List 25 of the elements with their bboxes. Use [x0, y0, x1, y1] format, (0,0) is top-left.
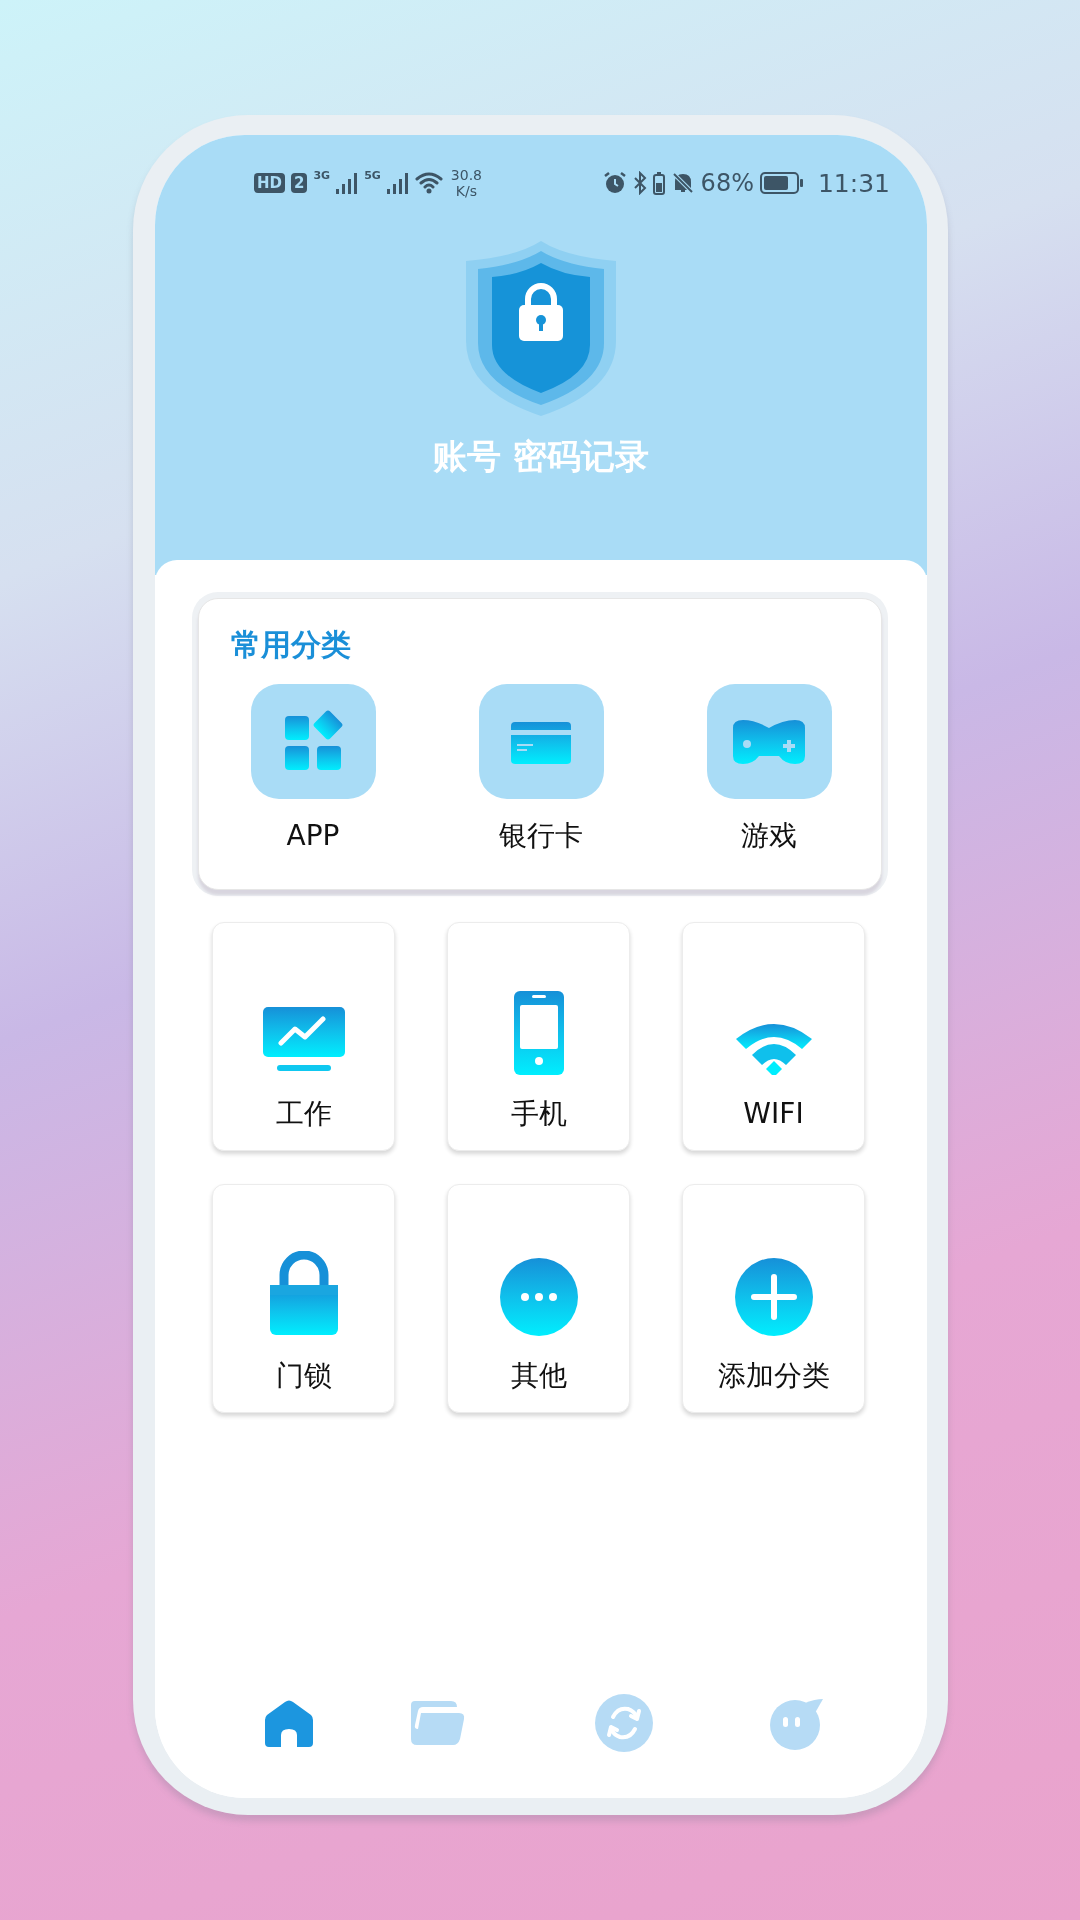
category-card[interactable]: 门锁: [212, 1184, 395, 1413]
speed-unit: K/s: [455, 183, 477, 199]
category-label: 门锁: [275, 1359, 332, 1393]
category-label: 添加分类: [717, 1359, 830, 1393]
category-label: 工作: [275, 1097, 332, 1131]
network-speed: 30.8: [450, 167, 482, 183]
app-title: 账号 密码记录: [433, 435, 649, 478]
battery-percentage: 68%: [700, 169, 754, 197]
category-card[interactable]: WIFI: [682, 922, 865, 1151]
category-label: APP: [286, 819, 340, 853]
sim-indicator: 2: [291, 173, 308, 193]
category-label: WIFI: [743, 1097, 804, 1131]
category-label: 游戏: [741, 819, 797, 853]
category-card[interactable]: 其他: [447, 1184, 630, 1413]
category-card[interactable]: 添加分类: [682, 1184, 865, 1413]
network-type: 5G: [364, 169, 381, 182]
network-type: 3G: [313, 169, 331, 182]
category-card[interactable]: 工作: [212, 922, 395, 1151]
hd-indicator: HD: [254, 173, 285, 193]
category-label: 手机: [510, 1097, 567, 1131]
category-label: 银行卡: [499, 819, 583, 853]
clock-time: 11:31: [817, 168, 890, 198]
category-card[interactable]: 手机: [447, 922, 630, 1151]
category-label: 其他: [510, 1359, 567, 1393]
section-title: 常用分类: [231, 626, 351, 664]
